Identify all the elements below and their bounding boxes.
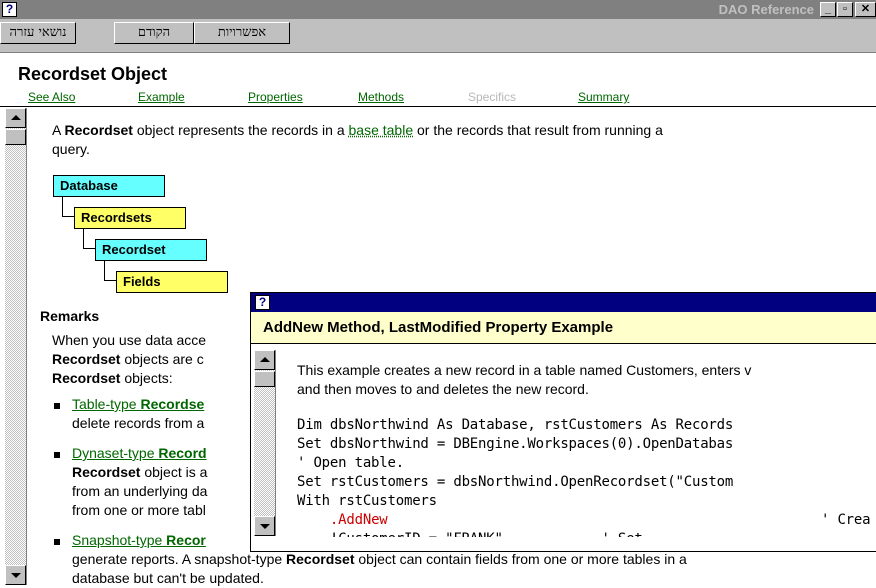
- hierarchy-recordset-box[interactable]: Recordset: [95, 239, 207, 261]
- remarks-tail-line: database but can't be updated.: [72, 569, 264, 588]
- remarks-heading: Remarks: [40, 307, 99, 326]
- example-popup-window[interactable]: ? AddNew Method, LastModified Property E…: [250, 292, 876, 552]
- intro-text: or the records that result from running …: [413, 122, 663, 138]
- hierarchy-connector: [104, 280, 116, 281]
- intro-bold: Recordset: [64, 122, 132, 138]
- remarks-bold: Recordset: [72, 464, 140, 480]
- maximize-button[interactable]: ▫: [837, 2, 853, 17]
- header-divider: [0, 106, 876, 107]
- popup-help-icon[interactable]: ?: [255, 295, 270, 310]
- hierarchy-connector: [83, 248, 95, 249]
- hierarchy-connector: [62, 216, 74, 217]
- help-app-icon[interactable]: ?: [2, 2, 17, 17]
- bullet-table-type: Table-type Recordse: [72, 395, 252, 414]
- remarks-bold: Recordset: [52, 351, 120, 367]
- remarks-text: object is a: [140, 464, 207, 480]
- popup-description: and then moves to and deletes the new re…: [297, 380, 589, 399]
- remarks-text: generate reports. A snapshot-type: [72, 551, 286, 567]
- code-line: Set dbsNorthwind = DBEngine.Workspaces(0…: [297, 435, 733, 454]
- popup-title-bar[interactable]: ?: [251, 293, 876, 312]
- remarks-line: Recordset objects:: [52, 369, 252, 388]
- bullet-marker: [54, 403, 60, 409]
- intro-text: object represents the records in a: [133, 122, 349, 138]
- bullet-line: from one or more tabl: [72, 501, 252, 520]
- code-line: Set rstCustomers = dbsNorthwind.OpenReco…: [297, 473, 733, 492]
- bullet-line: delete records from a: [72, 414, 252, 433]
- topic-header: Recordset Object See Also Example Proper…: [0, 53, 876, 107]
- code-line: With rstCustomers: [297, 492, 437, 511]
- popup-title: AddNew Method, LastModified Property Exa…: [263, 318, 613, 338]
- popup-description: This example creates a new record in a t…: [297, 361, 751, 380]
- intro-paragraph-line2: query.: [52, 140, 90, 159]
- nav-properties-link[interactable]: Properties: [248, 89, 303, 105]
- bullet-line: from an underlying da: [72, 482, 252, 501]
- title-bar: ? DAO Reference _ ▫ ✕: [0, 0, 876, 19]
- remarks-text: objects are c: [120, 351, 203, 367]
- nav-specifics-link: Specifics: [468, 89, 516, 105]
- bullet-dynaset-type: Dynaset-type Record: [72, 444, 252, 463]
- bullet-marker: [54, 452, 60, 458]
- code-indent: [297, 512, 330, 528]
- dynaset-type-link[interactable]: Dynaset-type Record: [72, 445, 207, 461]
- bullet-marker: [54, 539, 60, 545]
- close-button[interactable]: ✕: [855, 2, 876, 17]
- intro-text: A: [52, 122, 64, 138]
- nav-summary-link[interactable]: Summary: [578, 89, 629, 105]
- remarks-text: objects:: [120, 370, 172, 386]
- popup-scroll-thumb[interactable]: [254, 371, 275, 387]
- hierarchy-connector: [83, 229, 84, 249]
- hierarchy-connector: [104, 261, 105, 281]
- remarks-line: Recordset objects are c: [52, 350, 252, 369]
- snapshot-type-link[interactable]: Snapshot-type Recor: [72, 532, 206, 548]
- hierarchy-fields-box[interactable]: Fields: [116, 271, 228, 293]
- nav-see-also-link[interactable]: See Also: [28, 89, 75, 105]
- code-line: ' Open table.: [297, 454, 404, 473]
- nav-methods-link[interactable]: Methods: [358, 89, 404, 105]
- remarks-bold: Recordset: [52, 370, 120, 386]
- popup-scroll-up-button[interactable]: [254, 350, 275, 370]
- hierarchy-connector: [62, 197, 63, 217]
- nav-example-link[interactable]: Example: [138, 89, 185, 105]
- popup-header: AddNew Method, LastModified Property Exa…: [251, 312, 876, 344]
- remarks-tail-line: generate reports. A snapshot-type Record…: [72, 550, 687, 569]
- bullet-line: Recordset object is a: [72, 463, 252, 482]
- scroll-up-button[interactable]: [5, 108, 26, 128]
- code-line-partial: !CustomerID = "FRANK" ' Set: [297, 530, 643, 537]
- base-table-link[interactable]: base table: [349, 122, 414, 138]
- hierarchy-recordsets-box[interactable]: Recordsets: [74, 207, 186, 229]
- options-button[interactable]: אפשרויות: [194, 22, 290, 44]
- main-vertical-scrollbar[interactable]: [5, 108, 27, 585]
- back-button[interactable]: הקודם: [114, 22, 194, 44]
- page-title: Recordset Object: [18, 63, 167, 85]
- table-type-link[interactable]: Table-type Recordse: [72, 396, 204, 412]
- scroll-down-button[interactable]: [5, 565, 26, 585]
- remarks-line: When you use data acce: [52, 331, 252, 350]
- help-toolbar: נושאי עזרה הקודם אפשרויות: [0, 19, 876, 53]
- code-line: .AddNew: [297, 511, 388, 530]
- scroll-thumb[interactable]: [5, 129, 26, 145]
- bullet-snapshot-type: Snapshot-type Recor: [72, 531, 252, 550]
- hierarchy-database-box[interactable]: Database: [53, 175, 165, 197]
- minimize-button[interactable]: _: [820, 2, 836, 17]
- addnew-keyword[interactable]: .AddNew: [330, 512, 388, 528]
- remarks-text: object can contain fields from one or mo…: [355, 551, 687, 567]
- help-topics-button[interactable]: נושאי עזרה: [0, 22, 76, 44]
- window-title: DAO Reference: [719, 1, 814, 18]
- popup-scroll-down-button[interactable]: [254, 516, 275, 536]
- remarks-bold: Recordset: [286, 551, 354, 567]
- popup-vertical-scrollbar[interactable]: [254, 350, 276, 536]
- code-line: Dim dbsNorthwind As Database, rstCustome…: [297, 416, 733, 435]
- intro-paragraph: A Recordset object represents the record…: [52, 121, 852, 140]
- code-comment: ' Crea: [821, 511, 870, 530]
